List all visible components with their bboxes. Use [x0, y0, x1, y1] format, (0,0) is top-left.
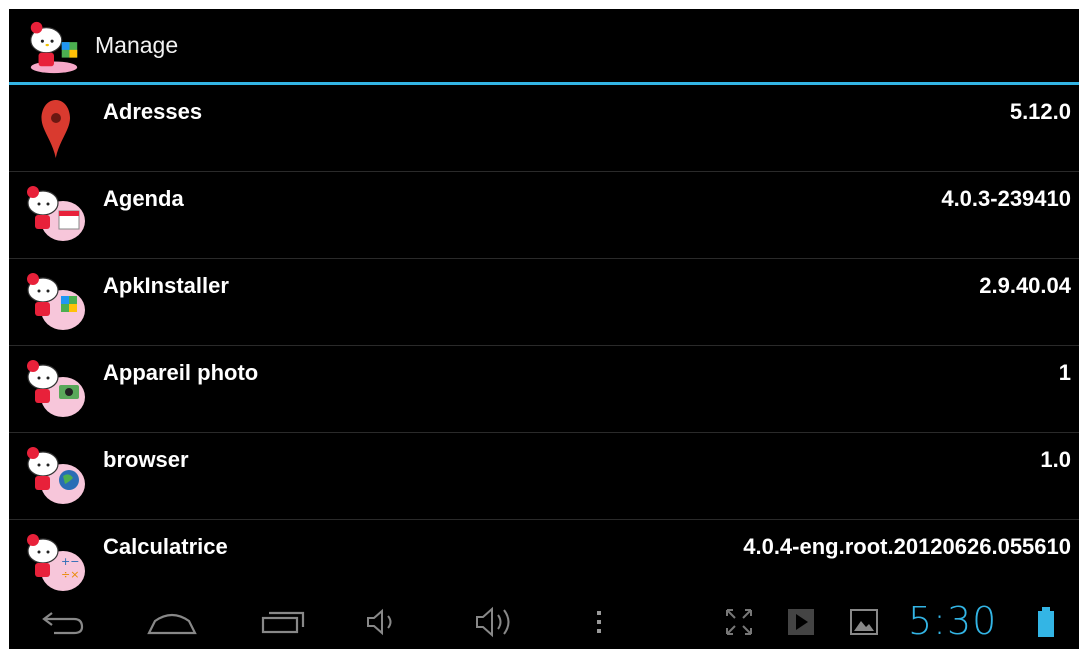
- volume-down-icon: [367, 608, 392, 636]
- kitty-calendar-icon: [27, 186, 85, 241]
- play-icon: [788, 609, 814, 635]
- app-version: 4.0.3-239410: [941, 186, 1071, 211]
- svg-text:+−: +−: [61, 555, 79, 568]
- app-screen: Manage Adresses 5.12.0 Agenda 4.0.3-2394: [9, 9, 1079, 649]
- list-item-apkinstaller[interactable]: ApkInstaller 2.9.40.04: [9, 259, 1079, 346]
- fullscreen-button[interactable]: [721, 595, 757, 649]
- clock: 5:30: [908, 599, 998, 643]
- volume-up-button[interactable]: [464, 595, 524, 649]
- app-name: ApkInstaller: [103, 273, 229, 298]
- volume-down-button[interactable]: [357, 595, 407, 649]
- fullscreen-icon: [726, 609, 752, 635]
- back-button[interactable]: [27, 595, 97, 649]
- app-version: 4.0.4-eng.root.20120626.055610: [743, 534, 1071, 559]
- page-title: Manage: [95, 32, 179, 58]
- menu-button[interactable]: [584, 595, 614, 649]
- kitty-globe-icon: [27, 447, 85, 504]
- battery-indicator: [1033, 595, 1059, 649]
- app-version: 2.9.40.04: [979, 273, 1071, 298]
- list-item-calculatrice[interactable]: +− ÷× Calculatrice 4.0.4-eng.root.201206…: [9, 520, 1079, 595]
- recent-apps-button[interactable]: [247, 595, 317, 649]
- list-item-browser[interactable]: browser 1.0: [9, 433, 1079, 520]
- app-name: Appareil photo: [103, 360, 259, 385]
- back-arrow-icon: [42, 612, 84, 635]
- kitty-calculator-icon: +− ÷×: [27, 534, 85, 591]
- media-player-button[interactable]: [784, 595, 818, 649]
- map-pin-icon: [41, 100, 70, 158]
- action-bar: Manage: [9, 9, 1079, 82]
- battery-icon: [1038, 607, 1054, 637]
- overflow-menu-icon: [597, 611, 601, 633]
- volume-up-icon: [476, 606, 510, 638]
- home-button[interactable]: [137, 595, 207, 649]
- kitty-apk-icon: [27, 273, 85, 330]
- list-item-agenda[interactable]: Agenda 4.0.3-239410: [9, 172, 1079, 259]
- app-name: Adresses: [103, 99, 203, 124]
- app-name: browser: [103, 447, 189, 472]
- system-nav-bar: 5:30: [9, 595, 1079, 649]
- app-version: 1: [1058, 360, 1071, 385]
- app-version: 5.12.0: [1009, 99, 1071, 124]
- home-icon: [147, 613, 197, 635]
- app-version: 1.0: [1040, 447, 1071, 472]
- picture-icon: [850, 609, 878, 635]
- app-name: Agenda: [103, 186, 184, 211]
- recent-apps-icon: [261, 611, 305, 634]
- list-item-adresses[interactable]: Adresses 5.12.0: [9, 85, 1079, 172]
- list-item-appareil-photo[interactable]: Appareil photo 1: [9, 346, 1079, 433]
- gallery-button[interactable]: [847, 595, 881, 649]
- app-list[interactable]: Adresses 5.12.0 Agenda 4.0.3-239410 ApkI…: [9, 85, 1079, 595]
- app-name: Calculatrice: [103, 534, 228, 559]
- kitty-camera-icon: [27, 360, 85, 417]
- kitty-apk-icon[interactable]: [25, 17, 83, 75]
- svg-text:÷×: ÷×: [61, 568, 79, 581]
